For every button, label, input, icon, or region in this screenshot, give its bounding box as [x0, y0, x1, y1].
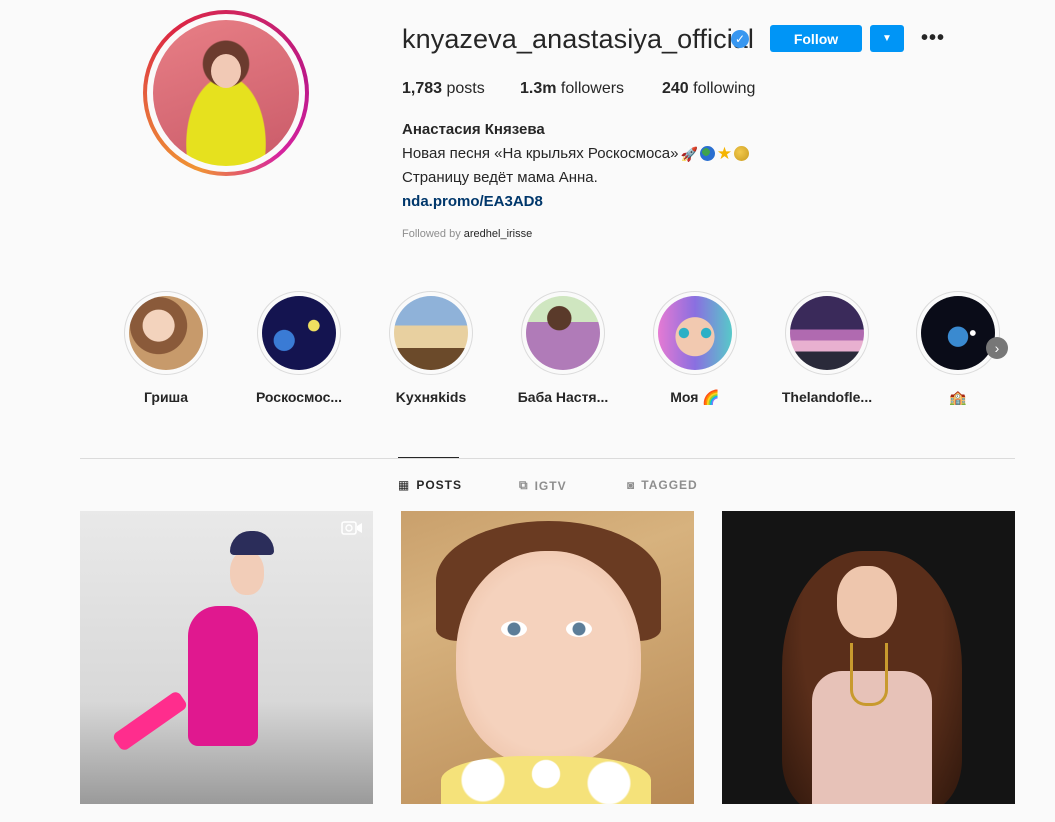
post-figure-face: [230, 551, 264, 595]
bio-text-1: Новая песня «На крыльях Роскосмоса»: [402, 145, 679, 162]
following-label: following: [693, 80, 756, 97]
posts-count-stat: 1,783 posts: [402, 80, 485, 98]
post-eye: [501, 621, 527, 637]
story-highlight[interactable]: Роскосмос...: [249, 291, 349, 405]
highlight-image: [790, 296, 864, 370]
posts-label: posts: [446, 80, 485, 97]
post-face: [837, 566, 897, 638]
post-thumbnail[interactable]: [722, 511, 1015, 804]
highlight-image: [658, 296, 732, 370]
highlight-label: Kухняkids: [395, 389, 467, 405]
followers-stat[interactable]: 1.3m followers: [520, 80, 624, 98]
tab-igtv-label: IGTV: [534, 478, 567, 493]
more-options-button[interactable]: •••: [915, 26, 945, 50]
highlight-ring: [653, 291, 737, 375]
highlight-ring: [916, 291, 1000, 375]
username: knyazeva_anastasiya_official: [402, 24, 755, 54]
bio-line-1: Новая песня «На крыльях Роскосмоса» 🚀 ★: [402, 143, 750, 163]
suggestions-dropdown-button[interactable]: ▼: [870, 25, 904, 52]
highlight-ring: [389, 291, 473, 375]
post-figure-legs: [111, 689, 189, 753]
post-chain: [850, 643, 888, 706]
avatar-image: [153, 20, 299, 166]
tab-tagged[interactable]: ◙ TAGGED: [627, 478, 698, 492]
active-tab-indicator: [398, 457, 459, 458]
tab-tagged-label: TAGGED: [641, 478, 698, 492]
post-face: [456, 551, 641, 766]
story-highlight[interactable]: Kухняkids: [381, 291, 481, 405]
follow-button[interactable]: Follow: [770, 25, 862, 52]
tagged-user-icon: ◙: [627, 478, 636, 492]
highlight-ring: [785, 291, 869, 375]
posts-count: 1,783: [402, 80, 443, 97]
highlight-ring: [257, 291, 341, 375]
highlight-label: Баба Настя...: [517, 389, 609, 405]
highlight-image: [394, 296, 468, 370]
post-figure-dress: [188, 606, 258, 746]
igtv-icon: ⧉: [519, 478, 529, 492]
verified-badge-icon: ✓: [731, 30, 749, 48]
post-thumbnail[interactable]: [401, 511, 694, 804]
highlight-image: [921, 296, 995, 370]
video-icon: [341, 520, 363, 536]
chevron-right-icon: ›: [994, 340, 1000, 356]
story-highlight[interactable]: Моя 🌈: [645, 291, 745, 406]
tab-posts-label: POSTS: [416, 478, 463, 492]
grid-icon: ▦: [398, 478, 411, 492]
bio-line-2: Страницу ведёт мама Анна.: [402, 169, 598, 186]
highlight-label: Роскосмос...: [255, 389, 343, 405]
tab-igtv[interactable]: ⧉ IGTV: [519, 478, 567, 493]
post-thumbnail[interactable]: [80, 511, 373, 804]
following-count: 240: [662, 80, 689, 97]
moon-icon: [734, 145, 750, 161]
full-name: Анастасия Князева: [402, 121, 545, 138]
story-highlight[interactable]: Гриша: [116, 291, 216, 405]
rocket-icon: 🚀: [680, 145, 698, 162]
ellipsis-icon: •••: [921, 27, 946, 49]
highlight-label: Моя 🌈: [670, 389, 720, 405]
highlight-ring: [521, 291, 605, 375]
highlight-label: Гриша: [143, 389, 189, 405]
chevron-down-icon: ▼: [882, 33, 892, 44]
highlight-image: [129, 296, 203, 370]
story-highlight[interactable]: Баба Настя...: [513, 291, 613, 405]
followed-by-user[interactable]: aredhel_irisse: [464, 228, 532, 240]
bio-link[interactable]: nda.promo/EA3AD8: [402, 193, 543, 210]
followers-count: 1.3m: [520, 80, 557, 97]
post-flowers: [441, 756, 651, 804]
post-figure-cap: [230, 531, 274, 555]
story-highlight[interactable]: Thelandofle...: [777, 291, 877, 405]
highlight-label: 🏫: [949, 389, 967, 405]
tab-posts[interactable]: ▦ POSTS: [398, 478, 462, 492]
followers-label: followers: [560, 80, 625, 97]
followed-by: Followed by aredhel_irisse: [402, 228, 532, 240]
highlights-next-button[interactable]: ›: [986, 337, 1008, 359]
post-eye: [566, 621, 592, 637]
highlight-ring: [124, 291, 208, 375]
avatar-face: [211, 54, 241, 88]
followed-by-label: Followed by: [402, 228, 461, 240]
star-icon: ★: [716, 143, 733, 163]
globe-icon: [699, 145, 715, 161]
following-stat[interactable]: 240 following: [662, 80, 755, 98]
highlight-image: [526, 296, 600, 370]
bio-emoji-row: 🚀 ★: [680, 143, 750, 163]
highlight-image: [262, 296, 336, 370]
highlight-label: Thelandofle...: [781, 389, 873, 405]
tabs-divider: [80, 458, 1015, 459]
profile-avatar[interactable]: [143, 10, 309, 176]
